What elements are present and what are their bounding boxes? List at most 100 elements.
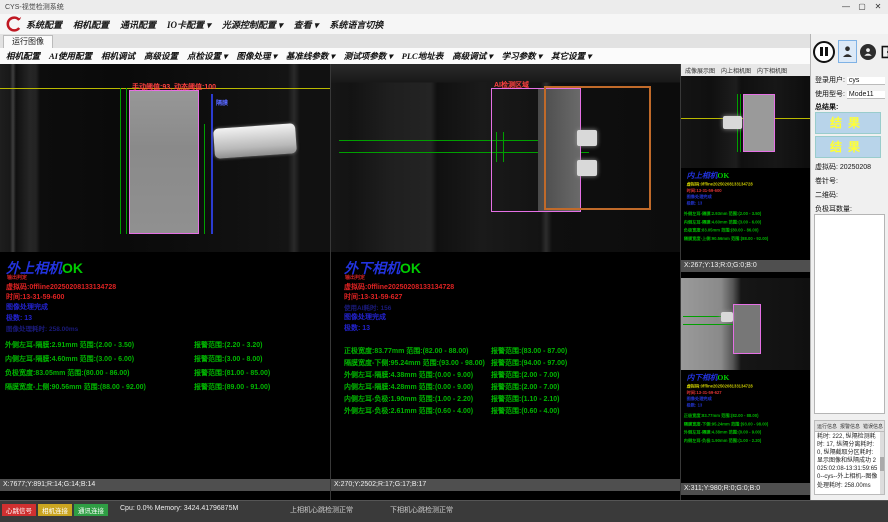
virtual-code-value: 20250208	[840, 164, 871, 171]
tool-camera-config[interactable]: 相机配置	[6, 50, 40, 62]
login-user-label: 登录用户:	[815, 77, 845, 84]
tab-inner-upper-view[interactable]: 内上相机图	[721, 66, 751, 75]
tool-learning-params[interactable]: 学习参数 ▾	[502, 50, 542, 62]
result-text-outer-lower: 外下相机OK 输出判定 虚拟码:0ffline20250208133134728…	[331, 252, 680, 479]
log-scrollbar[interactable]	[880, 432, 884, 494]
tool-camera-debug[interactable]: 相机调试	[101, 50, 135, 62]
login-user-row: 登录用户: cys	[815, 75, 885, 85]
log-output-box[interactable]: 耗时: 222, 纵隔检测耗时: 17, 纵隔分离耗时: 0, 纵隔截取分区耗时…	[814, 431, 885, 495]
alarm-range: 报警范围:(81.00 - 85.00)	[194, 368, 270, 378]
tool-other-settings[interactable]: 其它设置 ▾	[551, 50, 591, 62]
alarm-range: 报警范围:(3.00 - 8.00)	[194, 354, 262, 364]
result-text-outer-upper: 外上相机OK 输出判定 虚拟码:0ffline20250208133134728…	[0, 252, 330, 479]
electrode-tab-image	[723, 116, 742, 129]
operator-icon[interactable]	[860, 44, 876, 60]
alarm-range: 报警范围:(83.00 - 87.00)	[491, 346, 567, 356]
tab-run-log[interactable]: 运行信息	[817, 423, 837, 430]
menu-item-io-config[interactable]: IO卡配置 ▾	[167, 18, 211, 31]
processing-elapsed-line: 图像处理耗时: 258.00ms	[6, 323, 78, 333]
overlay-ai-detect-box	[544, 86, 651, 210]
menu-item-language[interactable]: 系统语言切换	[329, 18, 383, 31]
model-value[interactable]: Mode11	[847, 91, 885, 99]
measure-row: 正极宽度:83.77mm 范围:(82.00 - 88.00)	[684, 412, 759, 418]
tool-spot-check[interactable]: 点检设置 ▾	[187, 50, 227, 62]
main-panels: 手动阈值:93, 动态阈值:100 隔膜 外上相机OK 输出判定 虚拟码:0ff…	[0, 64, 810, 500]
result-badge-lower: 结果	[815, 136, 881, 158]
camera-image-outer-lower[interactable]: AI检测区域	[331, 64, 680, 252]
tab-display-view[interactable]: 成像展示图	[685, 66, 715, 75]
tool-plc-address[interactable]: PLC地址表	[402, 50, 444, 62]
timestamp-line: 时间:13-31-59-600	[6, 292, 64, 302]
camera-image-inner-lower[interactable]	[681, 278, 810, 370]
alarm-range: 报警范围:(2.20 - 3.20)	[194, 340, 262, 350]
right-sidebar: 登录用户: cys 使用型号: Mode11 总结果: 结果 结果 虚拟码: 2…	[810, 34, 888, 500]
toolbar: 相机配置 AI使用配置 相机调试 高级设置 点检设置 ▾ 图像处理 ▾ 基准线参…	[0, 48, 816, 65]
overlay-ai-label: AI检测区域	[494, 80, 529, 90]
camera-link-status-chip: 相机连接	[38, 504, 72, 516]
sidebar-buttons	[813, 40, 888, 63]
output-judgement-label: 输出判定	[345, 274, 365, 281]
alarm-range: 报警范围:(94.00 - 97.00)	[491, 358, 567, 368]
measure-row: 隔膜宽度-下侧:95.24mm 范围:(93.00 - 98.00)	[344, 358, 485, 368]
result-ok-badge: OK	[717, 172, 729, 180]
result-badge-upper: 结果	[815, 112, 881, 134]
measure-row: 负极宽度:83.05mm 范围:(80.00 - 86.00)	[5, 368, 130, 378]
minimize-button[interactable]: —	[838, 0, 854, 13]
tab-strip: 运行图像	[0, 34, 810, 49]
measure-row: 外侧左耳-隔膜:4.38mm 范围:(0.00 - 9.00)	[344, 370, 473, 380]
tool-advanced-settings[interactable]: 高级设置	[144, 50, 178, 62]
close-button[interactable]: ✕	[870, 0, 886, 13]
app-logo-icon	[6, 16, 22, 32]
menu-item-camera-config[interactable]: 相机配置	[73, 18, 109, 31]
maximize-button[interactable]: ▢	[854, 0, 870, 13]
electrode-tab-image	[577, 160, 597, 176]
window-controls: — ▢ ✕	[838, 0, 886, 14]
tab-run-image[interactable]: 运行图像	[3, 35, 53, 48]
result-text-inner-lower: 内下相机OK 虚拟码:0ffline20250208133134728 时间:1…	[681, 370, 810, 479]
tool-baseline-params[interactable]: 基准线参数 ▾	[286, 50, 335, 62]
overlay-edge-line-green	[120, 88, 121, 234]
measure-row: 内侧左耳-隔膜:4.60mm 范围:(3.00 - 6.00)	[684, 218, 761, 224]
timestamp-line: 时间:13-31-59-627	[344, 292, 402, 302]
result-list-box[interactable]	[814, 214, 885, 414]
lower-camera-heartbeat-status: 下相机心跳检测正常	[390, 505, 453, 515]
measure-row: 隔膜宽度-上侧:90.56mm 范围:(88.00 - 92.00)	[5, 382, 146, 392]
camera-image-outer-upper[interactable]: 手动阈值:93, 动态阈值:100 隔膜	[0, 64, 330, 252]
menu-item-comm-config[interactable]: 通讯配置	[120, 18, 156, 31]
exit-logout-icon[interactable]	[879, 43, 888, 60]
pause-icon[interactable]	[813, 41, 835, 63]
total-result-label: 总结果:	[815, 102, 838, 112]
menu-item-system-config[interactable]: 系统配置	[26, 18, 62, 31]
login-user-value[interactable]: cys	[847, 77, 885, 85]
tab-alarm-log[interactable]: 报警信息	[840, 423, 860, 430]
tool-test-params[interactable]: 测试项参数 ▾	[344, 50, 393, 62]
overlay-roi-separator	[129, 90, 199, 234]
tab-error-log[interactable]: 错误信息	[863, 423, 883, 430]
result-ok-badge: OK	[400, 260, 421, 276]
camera-name: 内下相机	[687, 374, 718, 382]
panel-outer-upper-camera: 手动阈值:93, 动态阈值:100 隔膜 外上相机OK 输出判定 虚拟码:0ff…	[0, 64, 331, 500]
tool-ai-config[interactable]: AI使用配置	[49, 50, 92, 62]
user-login-icon[interactable]	[838, 40, 857, 63]
tool-image-processing[interactable]: 图像处理 ▾	[236, 50, 276, 62]
measure-row: 外侧左耳-负极:2.61mm 范围:(0.60 - 4.00)	[344, 406, 473, 416]
menu-bar: 系统配置 相机配置 通讯配置 IO卡配置 ▾ 光源控制配置 ▾ 查看 ▾ 系统语…	[0, 14, 888, 35]
processing-done-line: 图像处理完成	[6, 302, 48, 312]
menu-item-view[interactable]: 查看 ▾	[294, 18, 319, 31]
overlay-edge-line-green	[204, 124, 205, 234]
menu-item-light-config[interactable]: 光源控制配置 ▾	[222, 18, 283, 31]
measure-row: 隔膜宽度-上侧:90.56mm 范围:(88.00 - 92.00)	[684, 235, 769, 241]
tool-advanced-debug[interactable]: 高级调试 ▾	[452, 50, 492, 62]
tab-inner-lower-view[interactable]: 内下相机图	[757, 66, 787, 75]
pole-count-line: 极数: 13	[687, 200, 703, 206]
tab-count-label: 负极耳数量:	[815, 204, 852, 214]
electrode-tab-image	[577, 130, 597, 146]
measure-row: 内侧左耳-隔膜:4.60mm 范围:(3.00 - 6.00)	[5, 354, 134, 364]
measure-row: 隔膜宽度-下侧:95.24mm 范围:(93.00 - 98.00)	[684, 420, 769, 426]
measure-row: 外侧左耳-隔膜:2.91mm 范围:(2.00 - 3.50)	[5, 340, 134, 350]
electrode-tab-image	[721, 312, 733, 322]
overlay-roi-separator	[743, 94, 775, 152]
camera-image-inner-upper[interactable]	[681, 76, 810, 168]
window-title: CYS-视觉检测系统	[5, 2, 64, 12]
virtual-code-row: 虚拟码: 20250208	[815, 162, 871, 172]
